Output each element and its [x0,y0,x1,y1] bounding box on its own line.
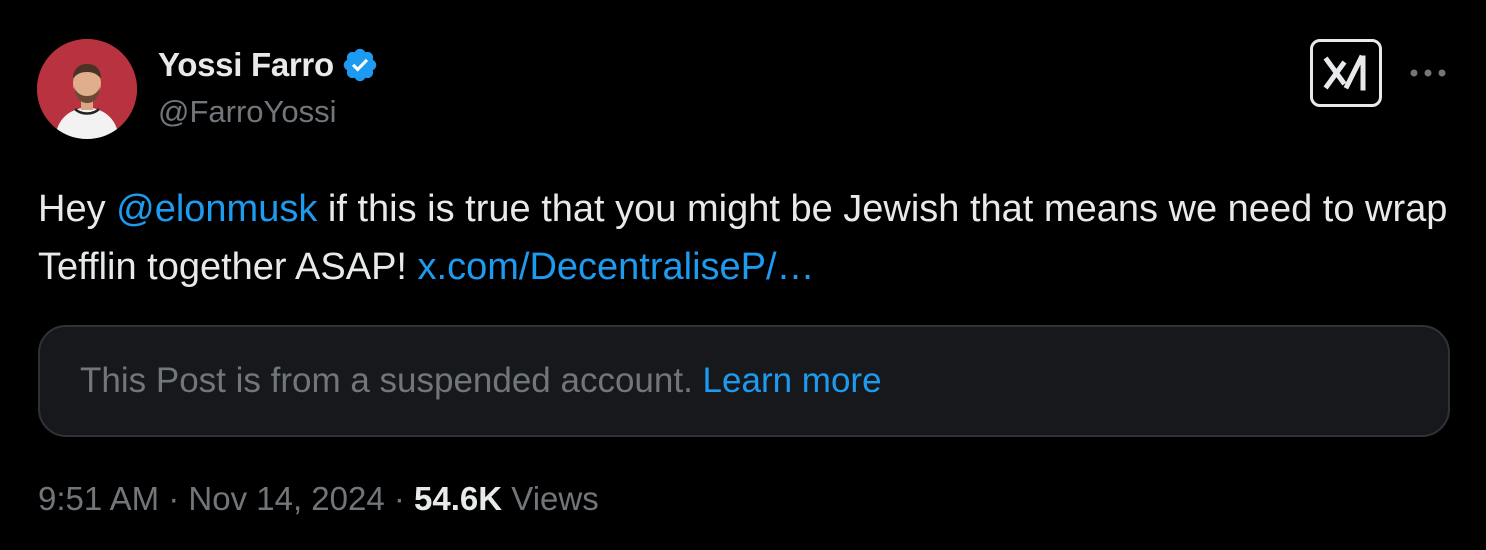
author-name-row: Yossi Farro [158,44,379,86]
mention-link[interactable]: @elonmusk [116,188,317,230]
views-label: Views [502,480,599,517]
meta-separator: · [384,480,415,517]
author-display-name[interactable]: Yossi Farro [158,46,334,84]
tweet[interactable]: Yossi Farro @FarroYossi Hey @elonmusk if… [0,0,1486,550]
tweet-text: Hey @elonmusk if this is true that you m… [38,180,1448,296]
verified-badge-icon[interactable] [341,46,379,84]
notice-message: This Post is from a suspended account. [80,361,703,400]
suspended-account-notice: This Post is from a suspended account. L… [38,325,1450,437]
learn-more-link[interactable]: Learn more [703,361,882,400]
author-handle[interactable]: @FarroYossi [158,94,337,130]
tweet-time[interactable]: 9:51 AM [38,480,159,517]
views-count: 54.6K [414,480,503,517]
url-link[interactable]: x.com/DecentraliseP/… [418,246,815,288]
avatar[interactable] [37,39,137,139]
more-options-button[interactable] [1406,58,1450,88]
tweet-text-prefix: Hey [38,188,117,230]
notice-text-row: This Post is from a suspended account. L… [80,361,882,401]
avatar-image [37,39,137,139]
tweet-date[interactable]: Nov 14, 2024 [188,480,384,517]
meta-separator: · [159,480,189,517]
more-dots-icon [1410,69,1446,77]
grok-button[interactable] [1310,39,1382,107]
grok-icon [1323,54,1366,91]
tweet-metadata: 9:51 AM · Nov 14, 2024 · 54.6K Views [38,480,599,518]
